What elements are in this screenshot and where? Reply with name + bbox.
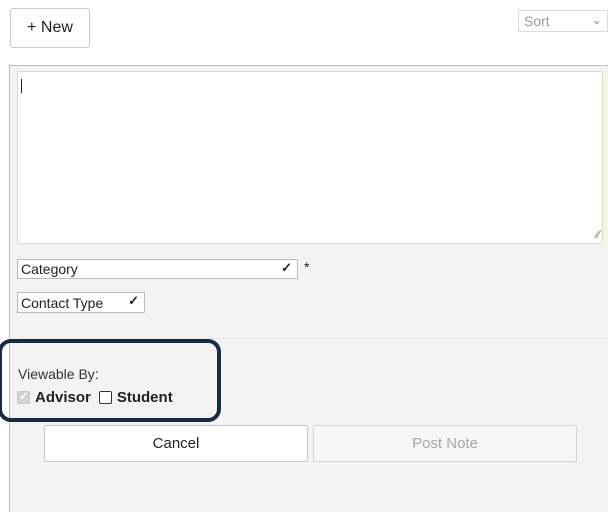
cancel-button[interactable]: Cancel <box>44 425 308 462</box>
note-textarea[interactable]: ∕∕ <box>17 71 603 244</box>
viewable-by-highlight-frame <box>0 339 221 422</box>
chevron-down-icon: ✓ <box>128 293 139 308</box>
contact-type-select[interactable]: Contact Type ✓ <box>17 292 145 313</box>
resize-handle-icon[interactable]: ∕∕ <box>596 230 600 241</box>
required-asterisk: * <box>304 259 310 275</box>
category-select[interactable]: Category ✓ <box>17 259 298 279</box>
category-select-value: Category <box>21 261 78 277</box>
sort-select[interactable]: Sort ⌄ <box>518 10 608 32</box>
chevron-down-icon: ✓ <box>281 260 292 275</box>
chevron-down-icon: ⌄ <box>591 12 602 27</box>
sort-select-value: Sort <box>524 13 550 29</box>
contact-type-select-value: Contact Type <box>21 294 104 311</box>
text-cursor <box>21 79 22 93</box>
new-note-panel: ∕∕ Category ✓ * Contact Type ✓ Viewable … <box>0 65 608 512</box>
new-button[interactable]: + New <box>10 8 90 48</box>
post-note-button[interactable]: Post Note <box>313 425 577 462</box>
